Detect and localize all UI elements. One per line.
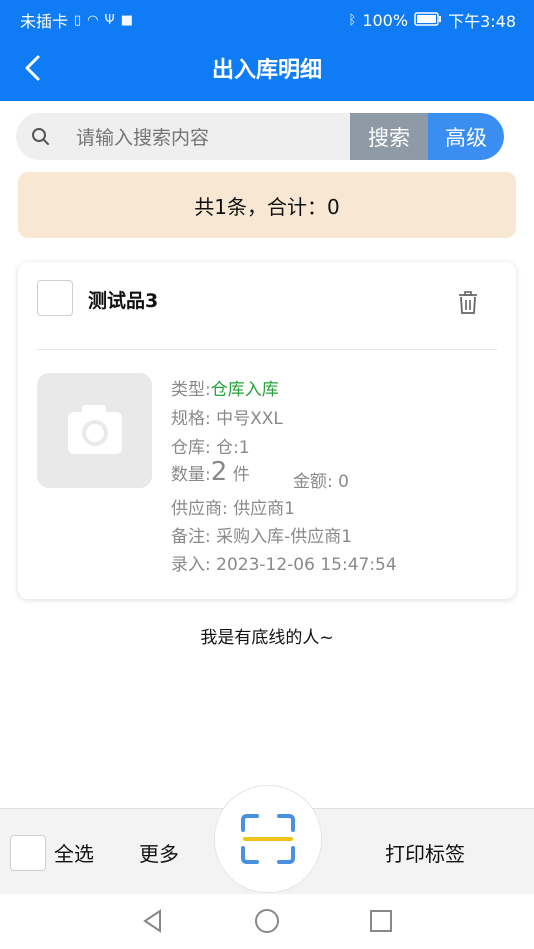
type-label: 类型: bbox=[171, 380, 211, 400]
qty-unit: 件 bbox=[232, 465, 250, 485]
end-of-list-text: 我是有底线的人~ bbox=[200, 628, 334, 648]
print-label-button[interactable]: 打印标签 bbox=[385, 838, 465, 867]
nav-bar: 出入库明细 bbox=[0, 36, 534, 101]
search-icon bbox=[32, 128, 49, 145]
camera-icon bbox=[68, 405, 122, 454]
wifi-icon: ◠ bbox=[87, 12, 99, 28]
select-all-label[interactable]: 全选 bbox=[54, 838, 94, 867]
supplier-row: 供应商: 供应商1 bbox=[171, 499, 295, 519]
scan-button[interactable] bbox=[214, 785, 322, 893]
usb-icon: Ψ bbox=[104, 12, 115, 28]
sim-icon: ▯ bbox=[74, 12, 82, 28]
delete-button[interactable] bbox=[456, 290, 480, 316]
card-divider bbox=[37, 349, 497, 350]
record-card: 测试品3 类型:仓库入库 规格: 中号XXL 仓库: 仓:1 数量:2 件 金额… bbox=[18, 262, 516, 599]
item-thumbnail bbox=[37, 373, 152, 488]
amount-row: 金额: 0 bbox=[293, 472, 349, 492]
home-circle-icon[interactable] bbox=[254, 908, 280, 934]
advanced-search-button[interactable]: 高级 bbox=[428, 113, 504, 160]
trash-icon bbox=[459, 291, 477, 314]
search-button[interactable]: 搜索 bbox=[350, 113, 428, 160]
item-name: 测试品3 bbox=[88, 290, 159, 312]
carrier-text: 未插卡 bbox=[20, 12, 69, 31]
battery-icon bbox=[414, 11, 442, 30]
more-button[interactable]: 更多 bbox=[139, 838, 179, 867]
status-bar: 未插卡 ▯ ◠ Ψ ■ ᛒ 100% 下午3:48 bbox=[0, 0, 534, 36]
app-notification-icon: ■ bbox=[120, 12, 134, 28]
warehouse-row: 仓库: 仓:1 bbox=[171, 438, 250, 458]
battery-percent: 100% bbox=[362, 10, 409, 30]
scan-icon bbox=[241, 814, 295, 864]
quantity-row: 数量:2 件 bbox=[171, 457, 250, 487]
page-title: 出入库明细 bbox=[211, 58, 322, 83]
back-triangle-icon[interactable] bbox=[140, 908, 166, 934]
select-all-checkbox[interactable] bbox=[10, 835, 46, 871]
clock: 下午3:48 bbox=[448, 12, 516, 31]
summary-banner: 共1条，合计：0 bbox=[18, 172, 516, 238]
spec-row: 规格: 中号XXL bbox=[171, 409, 283, 429]
type-row: 类型:仓库入库 bbox=[171, 375, 279, 400]
system-nav-bar bbox=[0, 894, 534, 949]
recents-square-icon[interactable] bbox=[368, 908, 394, 934]
entry-time-row: 录入: 2023-12-06 15:47:54 bbox=[171, 555, 397, 575]
search-input[interactable] bbox=[74, 113, 363, 160]
bluetooth-icon: ᛒ bbox=[348, 12, 357, 28]
qty-value: 2 bbox=[210, 457, 228, 487]
item-checkbox[interactable] bbox=[37, 280, 73, 316]
remark-row: 备注: 采购入库-供应商1 bbox=[171, 527, 353, 547]
summary-text: 共1条，合计：0 bbox=[194, 194, 340, 219]
qty-label: 数量: bbox=[171, 465, 211, 485]
type-value: 仓库入库 bbox=[210, 380, 279, 400]
search-bar: 搜索 高级 bbox=[16, 113, 504, 160]
